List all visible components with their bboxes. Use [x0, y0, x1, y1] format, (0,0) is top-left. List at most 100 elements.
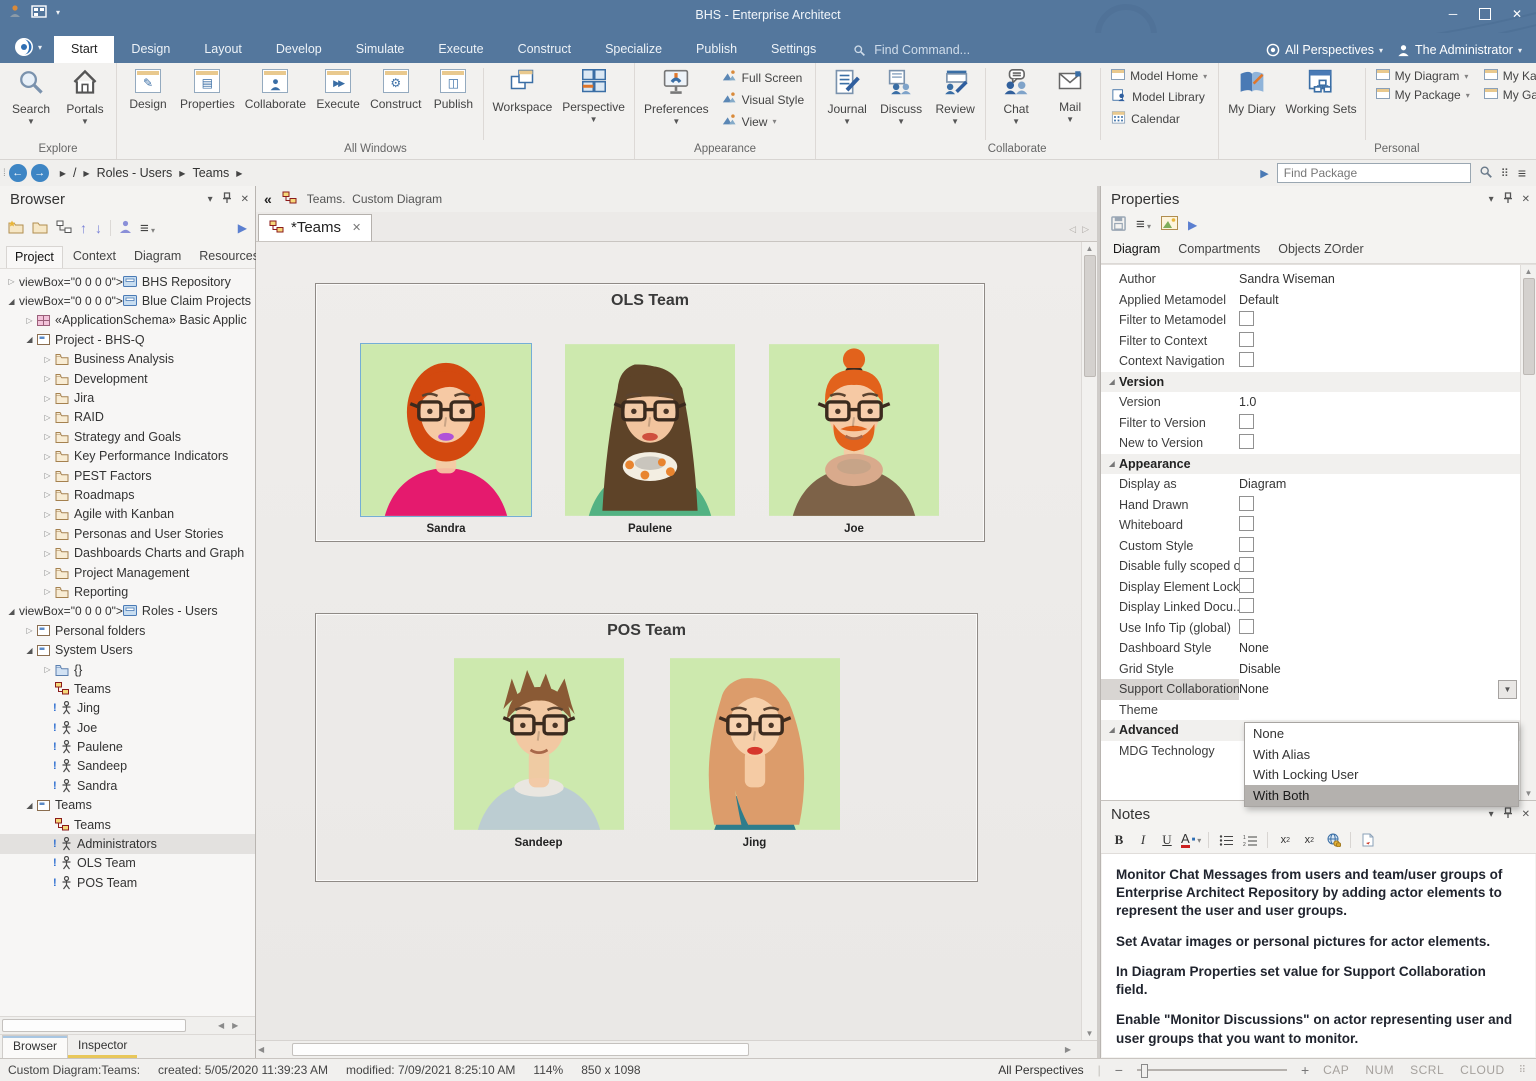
actor-jing[interactable]: Jing [670, 658, 840, 849]
close-icon[interactable]: ✕ [1522, 809, 1530, 820]
tab-teams[interactable]: *Teams ✕ [258, 214, 372, 241]
checkbox-unchecked[interactable] [1239, 496, 1254, 511]
nav-back-button[interactable]: ← [9, 164, 27, 182]
tree-item-development[interactable]: ▷Development [0, 369, 255, 388]
maximize-button[interactable] [1470, 2, 1500, 26]
tree-item-pos-team[interactable]: !POS Team [0, 873, 255, 892]
checkbox-unchecked[interactable] [1239, 619, 1254, 634]
expand-arrow-icon[interactable]: ▶ [1260, 167, 1268, 180]
ribbon-tab-execute[interactable]: Execute [421, 36, 500, 63]
translate-globe-icon[interactable] [1323, 830, 1343, 850]
property-row-filter-to-context[interactable]: Filter to Context [1101, 331, 1520, 352]
property-value[interactable]: Default [1239, 293, 1520, 307]
tree-item-pest-factors[interactable]: ▷PEST Factors [0, 466, 255, 485]
tree-item-reporting[interactable]: ▷Reporting [0, 582, 255, 601]
tree-item-sandeep[interactable]: !Sandeep [0, 757, 255, 776]
nav-forward-button[interactable]: → [31, 164, 49, 182]
scroll-right-icon[interactable]: ▶ [232, 1021, 238, 1030]
numbered-list-icon[interactable]: 12 [1240, 830, 1260, 850]
scroll-up-icon[interactable]: ▲ [1086, 244, 1094, 253]
ribbon-button-full-screen[interactable]: Full Screen [718, 68, 807, 87]
checkbox-unchecked[interactable] [1239, 332, 1254, 347]
checkbox-unchecked[interactable] [1239, 578, 1254, 593]
expand-icon[interactable]: ▷ [42, 510, 53, 519]
browser-tab-diagram[interactable]: Diagram [126, 246, 189, 268]
team-group-pos-team[interactable]: POS Team Sandeep Jing [315, 613, 978, 882]
bottom-tab-inspector[interactable]: Inspector [68, 1035, 137, 1058]
scroll-left-icon[interactable]: ◀ [258, 1045, 264, 1054]
tree-item-raid[interactable]: ▷RAID [0, 408, 255, 427]
ribbon-button-workspace[interactable]: Workspace [487, 66, 557, 124]
tree-item-project-bhs-q[interactable]: ◢Project - BHS-Q [0, 330, 255, 349]
zoom-slider[interactable] [1137, 1069, 1287, 1071]
properties-tab-diagram[interactable]: Diagram [1111, 239, 1162, 263]
ribbon-button-properties[interactable]: ▤Properties [175, 66, 240, 121]
user-menu[interactable]: The Administrator▾ [1397, 43, 1522, 57]
ribbon-tab-start[interactable]: Start [54, 36, 114, 63]
property-value[interactable] [1239, 557, 1520, 575]
properties-tab-compartments[interactable]: Compartments [1176, 239, 1262, 263]
zoom-slider-thumb[interactable] [1141, 1064, 1148, 1078]
tree-item-roadmaps[interactable]: ▷Roadmaps [0, 485, 255, 504]
zoom-in-button[interactable]: + [1301, 1062, 1309, 1078]
property-row-hand-drawn[interactable]: Hand Drawn [1101, 495, 1520, 516]
link-person-icon[interactable] [119, 220, 132, 237]
close-tab-icon[interactable]: ✕ [352, 221, 361, 234]
actor-paulene[interactable]: Paulene [565, 344, 735, 535]
property-value[interactable]: Sandra Wiseman [1239, 272, 1520, 286]
breadcrumb-item[interactable]: Teams [192, 166, 229, 180]
tree-item-bhs-repository[interactable]: ▷viewBox="0 0 0 0">BHS Repository [0, 272, 255, 291]
browser-horizontal-scrollbar[interactable]: ◀ ▶ [0, 1016, 255, 1034]
tree-item-roles-users[interactable]: ◢viewBox="0 0 0 0">Roles - Users [0, 602, 255, 621]
property-row-support-collaboration[interactable]: Support CollaborationNone▼ [1101, 679, 1520, 700]
expand-icon[interactable]: ▷ [42, 529, 53, 538]
move-up-icon[interactable]: ↑ [80, 220, 87, 236]
property-row-display-element-lock-[interactable]: Display Element Lock... [1101, 577, 1520, 598]
scroll-up-icon[interactable]: ▲ [1525, 267, 1533, 276]
dropdown-option-none[interactable]: None [1245, 723, 1518, 744]
property-value[interactable] [1239, 434, 1520, 452]
property-value[interactable] [1239, 414, 1520, 432]
perspectives-menu[interactable]: All Perspectives▾ [1266, 43, 1383, 57]
tree-item-project-management[interactable]: ▷Project Management [0, 563, 255, 582]
find-package-input[interactable]: Find Package [1277, 163, 1471, 183]
property-value[interactable] [1239, 598, 1520, 616]
ribbon-button-view[interactable]: View▾ [718, 112, 807, 131]
expand-icon[interactable]: ▷ [42, 549, 53, 558]
ribbon-button-model-home[interactable]: Model Home▾ [1108, 68, 1210, 84]
actor-sandeep[interactable]: Sandeep [454, 658, 624, 849]
tree-item-jira[interactable]: ▷Jira [0, 388, 255, 407]
ribbon-button-working-sets[interactable]: Working Sets [1281, 66, 1362, 126]
collapse-chevron-icon[interactable]: « [264, 191, 272, 207]
property-value[interactable] [1239, 537, 1520, 555]
ribbon-button-my-kanban[interactable]: My Kanban [1481, 68, 1536, 84]
expand-icon[interactable]: ▷ [42, 665, 53, 674]
ribbon-button-perspective[interactable]: Perspective▼ [557, 66, 630, 124]
property-row-display-linked-docu-[interactable]: Display Linked Docu... [1101, 597, 1520, 618]
expand-icon[interactable]: ▷ [42, 452, 53, 461]
resize-grip[interactable]: ⠿ [1519, 1065, 1526, 1076]
expand-icon[interactable]: ▷ [42, 374, 53, 383]
ribbon-tab-settings[interactable]: Settings [754, 36, 833, 63]
section-collapse-icon[interactable]: ◢ [1105, 726, 1119, 734]
bullet-list-icon[interactable] [1216, 830, 1236, 850]
pin-icon[interactable] [222, 192, 232, 207]
combo-dropdown-button[interactable]: ▼ [1498, 680, 1517, 699]
tree-item-joe[interactable]: !Joe [0, 718, 255, 737]
property-row-context-navigation[interactable]: Context Navigation [1101, 351, 1520, 372]
expand-icon[interactable]: ▷ [42, 394, 53, 403]
status-toggle-cap[interactable]: CAP [1323, 1063, 1349, 1077]
tree-item-paulene[interactable]: !Paulene [0, 737, 255, 756]
search-icon[interactable] [1479, 165, 1493, 182]
tree-item--[interactable]: ▷{} [0, 660, 255, 679]
tree-item-teams[interactable]: Teams [0, 679, 255, 698]
scroll-down-icon[interactable]: ▼ [1086, 1029, 1094, 1038]
property-row-new-to-version[interactable]: New to Version [1101, 433, 1520, 454]
dropdown-option-with-both[interactable]: With Both [1245, 785, 1518, 806]
tree-item-administrators[interactable]: !Administrators [0, 834, 255, 853]
property-row-filter-to-version[interactable]: Filter to Version [1101, 413, 1520, 434]
property-value[interactable] [1239, 578, 1520, 596]
ribbon-button-visual-style[interactable]: Visual Style [718, 90, 807, 109]
expand-icon[interactable]: ▷ [6, 277, 17, 286]
menu-icon[interactable]: ≡ [1518, 165, 1526, 181]
